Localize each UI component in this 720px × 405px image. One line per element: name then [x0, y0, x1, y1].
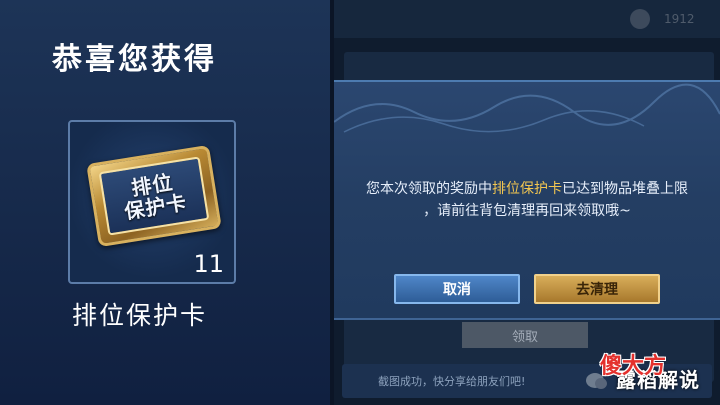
- message-line2: ，请前往背包清理再回来领取哦~: [423, 203, 631, 219]
- item-name: 排位保护卡: [72, 301, 208, 330]
- dialog-message: 您本次领取的奖励中排位保护卡已达到物品堆叠上限 ，请前往背包清理再回来领取哦~: [344, 178, 710, 222]
- reward-title: 恭喜您获得: [52, 42, 217, 77]
- game-screen: 1912 您本次领取的奖励中排位保护卡已达到物品堆叠上限 ，请前往背包清理再回来…: [334, 0, 720, 405]
- cancel-button[interactable]: 取消: [394, 274, 520, 304]
- decorative-swirl-icon: [334, 83, 720, 133]
- reward-panel: 恭喜您获得 排位 保护卡 11 排位保护卡: [0, 0, 330, 405]
- go-clean-button[interactable]: 去清理: [534, 274, 660, 304]
- share-text: 截图成功，快分享给朋友们吧!: [378, 375, 526, 388]
- message-item-highlight: 排位保护卡: [492, 181, 562, 197]
- message-suffix: 已达到物品堆叠上限: [562, 181, 688, 197]
- rank-protection-card-icon: 排位 保护卡: [86, 144, 222, 248]
- coin-icon: [630, 9, 650, 29]
- currency-amount: 1912: [664, 12, 695, 26]
- stack-limit-dialog: 您本次领取的奖励中排位保护卡已达到物品堆叠上限 ，请前往背包清理再回来领取哦~ …: [334, 80, 720, 320]
- screen: 恭喜您获得 排位 保护卡 11 排位保护卡 1912 您本次领取的奖励中排位保护: [0, 0, 720, 405]
- item-count: 11: [193, 250, 224, 278]
- claim-button[interactable]: 领取: [462, 322, 588, 348]
- message-prefix: 您本次领取的奖励中: [366, 181, 492, 197]
- top-bar: 1912: [334, 0, 720, 38]
- reward-item-slot[interactable]: 排位 保护卡 11: [68, 120, 236, 284]
- watermark-logo: 傻大方: [600, 354, 667, 379]
